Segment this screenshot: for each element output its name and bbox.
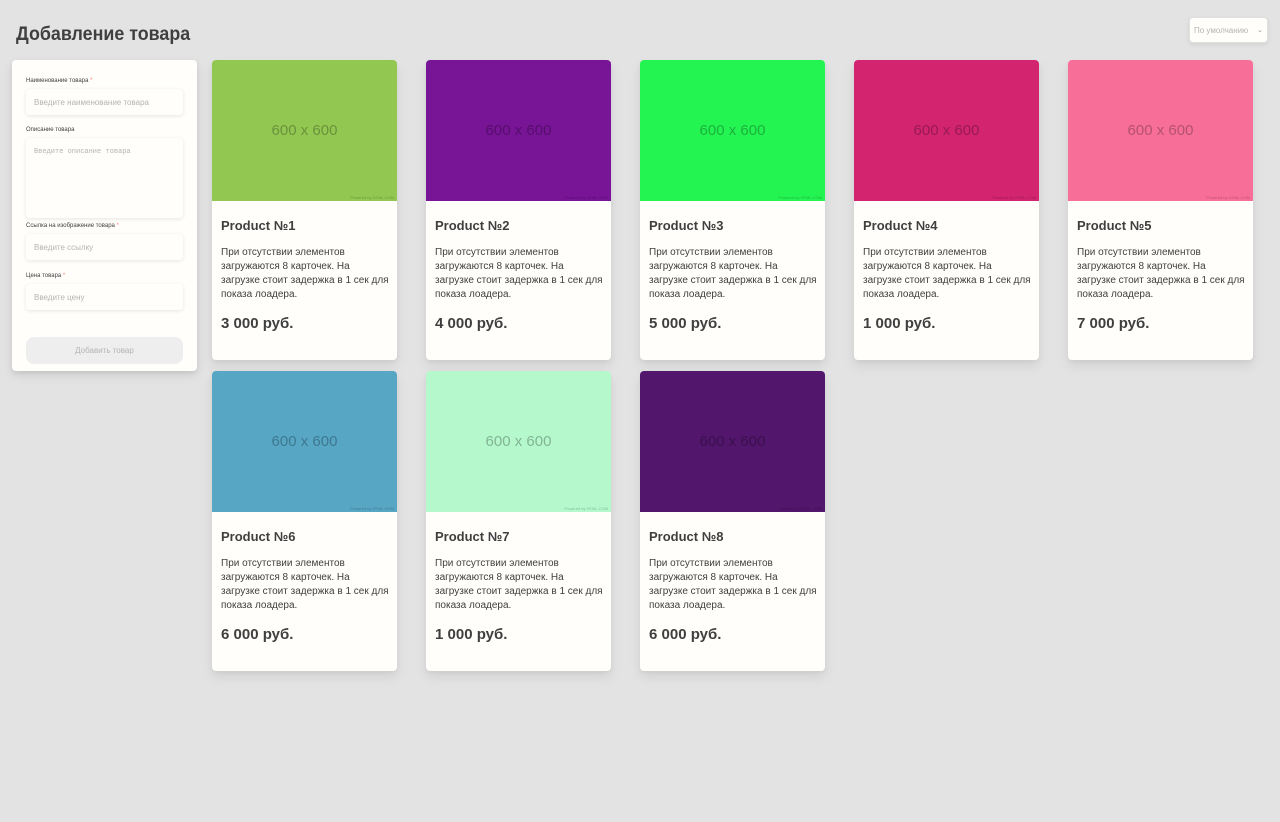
product-description: При отсутствии элементов загружаются 8 к… <box>221 558 389 611</box>
add-product-form: Наименование товара * Введите наименован… <box>12 60 197 371</box>
image-link-label: Ссылка на изображение товара * <box>26 223 119 229</box>
product-description: При отсутствии элементов загружаются 8 к… <box>221 247 389 300</box>
name-label: Наименование товара * <box>26 78 93 84</box>
product-description: При отсутствии элементов загружаются 8 к… <box>649 558 817 611</box>
page-title: Добавление товара <box>16 24 191 45</box>
product-price: 6 000 руб. <box>221 626 294 643</box>
product-description: При отсутствии элементов загружаются 8 к… <box>1077 247 1245 300</box>
price-label: Цена товара * <box>26 273 66 279</box>
product-card[interactable]: 600 x 600 Powered by HTML.COM Product №4 … <box>854 60 1039 360</box>
product-image: 600 x 600 Powered by HTML.COM <box>212 371 397 512</box>
product-name-input[interactable]: Введите наименование товара <box>26 89 183 115</box>
product-price: 1 000 руб. <box>863 315 936 332</box>
product-price: 3 000 руб. <box>221 315 294 332</box>
product-card[interactable]: 600 x 600 Powered by HTML.COM Product №6 … <box>212 371 397 671</box>
product-description: При отсутствии элементов загружаются 8 к… <box>649 247 817 300</box>
product-name: Product №8 <box>649 529 724 544</box>
product-name: Product №6 <box>221 529 296 544</box>
product-name: Product №1 <box>221 218 296 233</box>
description-label: Описание товара <box>26 127 75 133</box>
product-image: 600 x 600 Powered by HTML.COM <box>1068 60 1253 201</box>
product-price: 4 000 руб. <box>435 315 508 332</box>
product-card[interactable]: 600 x 600 Powered by HTML.COM Product №5 … <box>1068 60 1253 360</box>
product-image: 600 x 600 Powered by HTML.COM <box>426 371 611 512</box>
product-name: Product №3 <box>649 218 724 233</box>
chevron-down-icon: ⌄ <box>1257 27 1263 34</box>
product-card[interactable]: 600 x 600 Powered by HTML.COM Product №2 … <box>426 60 611 360</box>
product-card[interactable]: 600 x 600 Powered by HTML.COM Product №7 … <box>426 371 611 671</box>
product-image: 600 x 600 Powered by HTML.COM <box>854 60 1039 201</box>
product-price: 1 000 руб. <box>435 626 508 643</box>
product-card[interactable]: 600 x 600 Powered by HTML.COM Product №8 … <box>640 371 825 671</box>
price-input[interactable]: Введите цену <box>26 284 183 310</box>
product-description: При отсутствии элементов загружаются 8 к… <box>435 558 603 611</box>
product-image: 600 x 600 Powered by HTML.COM <box>212 60 397 201</box>
add-product-button[interactable]: Добавить товар <box>26 337 183 364</box>
product-description: При отсутствии элементов загружаются 8 к… <box>863 247 1031 300</box>
product-card[interactable]: 600 x 600 Powered by HTML.COM Product №1 … <box>212 60 397 360</box>
product-image: 600 x 600 Powered by HTML.COM <box>426 60 611 201</box>
product-price: 5 000 руб. <box>649 315 722 332</box>
sort-select[interactable]: По умолчанию ⌄ <box>1189 17 1268 43</box>
product-name: Product №2 <box>435 218 510 233</box>
sort-select-value: По умолчанию <box>1194 25 1249 35</box>
product-name: Product №7 <box>435 529 510 544</box>
product-name: Product №5 <box>1077 218 1152 233</box>
product-description: При отсутствии элементов загружаются 8 к… <box>435 247 603 300</box>
product-card[interactable]: 600 x 600 Powered by HTML.COM Product №3 … <box>640 60 825 360</box>
product-price: 6 000 руб. <box>649 626 722 643</box>
product-name: Product №4 <box>863 218 938 233</box>
product-price: 7 000 руб. <box>1077 315 1150 332</box>
product-image: 600 x 600 Powered by HTML.COM <box>640 60 825 201</box>
product-description-textarea[interactable]: Введите описание товара <box>26 138 183 218</box>
image-link-input[interactable]: Введите ссылку <box>26 234 183 260</box>
product-image: 600 x 600 Powered by HTML.COM <box>640 371 825 512</box>
